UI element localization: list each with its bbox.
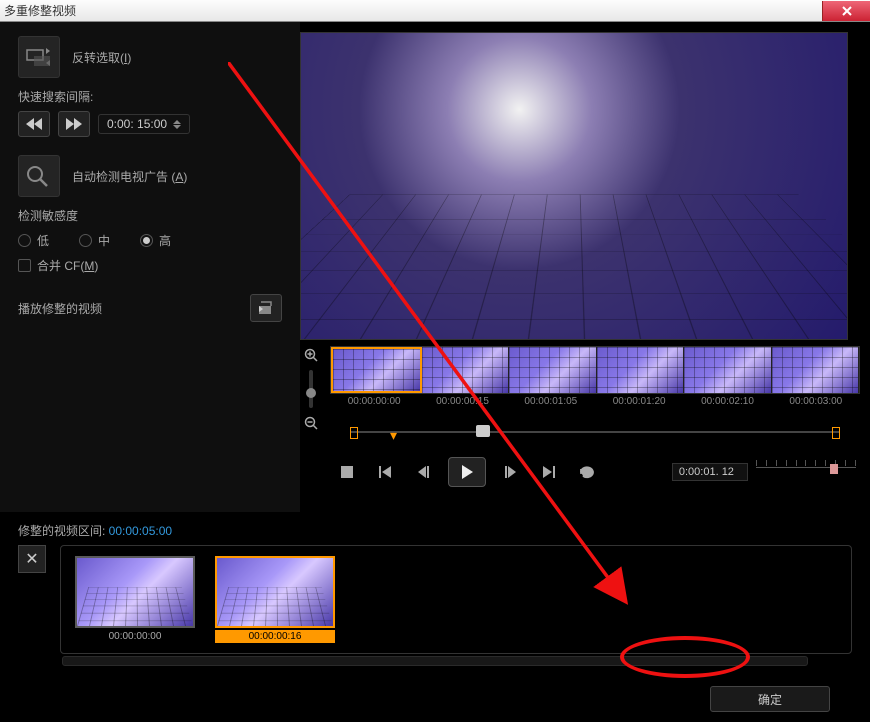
timeline-filmstrip[interactable]: [330, 346, 860, 394]
clip-item[interactable]: 00:00:00:00: [75, 556, 195, 643]
auto-detect-row[interactable]: 自动检测电视广告 (A): [18, 155, 282, 197]
current-timecode: 0:00:01. 12: [672, 463, 748, 481]
go-start-button[interactable]: [372, 459, 398, 485]
clip-timecode: 00:00:00:16: [215, 630, 335, 643]
clip-item[interactable]: 00:00:00:16: [215, 556, 335, 643]
trim-tick-icon: ▾: [390, 427, 397, 444]
sensitivity-label: 检测敏感度: [18, 207, 282, 224]
window-titlebar: 多重修整视频: [0, 0, 870, 22]
spinner-arrows-icon[interactable]: [173, 120, 181, 129]
zoom-control: [300, 346, 322, 487]
stop-button[interactable]: [334, 459, 360, 485]
trim-out-marker[interactable]: [832, 427, 840, 439]
filmstrip-timecodes: 00:00:00:00 00:00:00:15 00:00:01:05 00:0…: [330, 396, 860, 407]
invert-selection-icon: [18, 36, 60, 78]
clips-tray: 00:00:00:00 00:00:00:16: [60, 545, 852, 654]
zoom-in-button[interactable]: [302, 346, 320, 364]
filmstrip-frame[interactable]: [422, 347, 510, 393]
scrubber[interactable]: ▾: [330, 423, 860, 441]
zoom-slider[interactable]: [309, 370, 313, 408]
checkbox-icon: [18, 259, 31, 272]
trimmed-clips-section: 修整的视频区间: 00:00:05:00 ✕ 00:00:00:00 00:00…: [0, 512, 870, 676]
go-end-button[interactable]: [536, 459, 562, 485]
loop-button[interactable]: [574, 459, 600, 485]
right-panel: 00:00:00:00 00:00:00:15 00:00:01:05 00:0…: [300, 22, 870, 512]
ok-button[interactable]: 确定: [710, 686, 830, 712]
filmstrip-frame[interactable]: [597, 347, 685, 393]
step-forward-button[interactable]: [498, 459, 524, 485]
seek-interval-value: 0:00: 15:00: [107, 117, 167, 131]
scrubber-thumb[interactable]: [476, 425, 490, 437]
clip-thumbnail[interactable]: [215, 556, 335, 628]
play-trimmed-button[interactable]: [250, 294, 282, 322]
dialog-footer: 确定: [0, 676, 870, 722]
filmstrip-frame[interactable]: [772, 347, 860, 393]
filmstrip-frame[interactable]: [509, 347, 597, 393]
seek-interval-spinner[interactable]: 0:00: 15:00: [98, 114, 190, 134]
play-button[interactable]: [448, 457, 486, 487]
clip-timecode: 00:00:00:00: [75, 630, 195, 643]
trim-in-marker[interactable]: [350, 427, 358, 439]
video-preview: [300, 32, 848, 340]
seek-forward-button[interactable]: [58, 111, 90, 137]
window-title: 多重修整视频: [0, 2, 76, 19]
seek-backward-button[interactable]: [18, 111, 50, 137]
left-panel: 反转选取(I) 快速搜索间隔: 0:00: 15:00 自动检测电视广告 (A)…: [0, 22, 300, 512]
window-close-button[interactable]: [822, 1, 870, 21]
fast-seek-section: 快速搜索间隔: 0:00: 15:00: [18, 88, 282, 137]
invert-selection-label: 反转选取(I): [72, 49, 131, 66]
play-trimmed-row: 播放修整的视频: [18, 294, 282, 322]
play-trimmed-label: 播放修整的视频: [18, 300, 102, 317]
sensitivity-mid-radio[interactable]: 中: [79, 232, 110, 249]
jog-ruler[interactable]: [756, 460, 856, 484]
delete-clip-button[interactable]: ✕: [18, 545, 46, 573]
auto-detect-label: 自动检测电视广告 (A): [72, 168, 187, 185]
zoom-out-button[interactable]: [302, 414, 320, 432]
step-back-button[interactable]: [410, 459, 436, 485]
clips-scrollbar[interactable]: [62, 656, 808, 666]
sensitivity-section: 检测敏感度 低 中 高 合并 CF(M): [18, 207, 282, 274]
auto-detect-icon: [18, 155, 60, 197]
filmstrip-frame[interactable]: [684, 347, 772, 393]
filmstrip-frame[interactable]: [331, 347, 422, 393]
sensitivity-low-radio[interactable]: 低: [18, 232, 49, 249]
sensitivity-high-radio[interactable]: 高: [140, 232, 171, 249]
fast-seek-label: 快速搜索间隔:: [18, 88, 282, 105]
invert-selection-row[interactable]: 反转选取(I): [18, 36, 282, 78]
clip-thumbnail[interactable]: [75, 556, 195, 628]
trimmed-interval-label: 修整的视频区间: 00:00:05:00: [18, 522, 852, 539]
merge-cf-checkbox[interactable]: 合并 CF(M): [18, 257, 282, 274]
